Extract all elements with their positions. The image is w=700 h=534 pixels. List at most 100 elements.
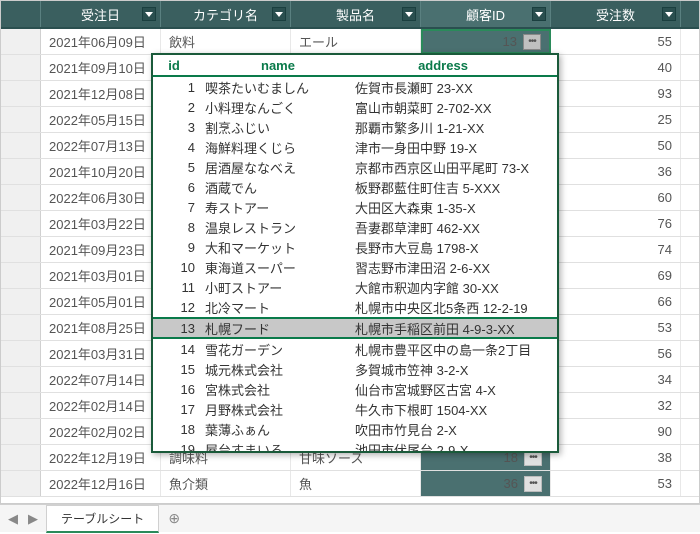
- filter-icon[interactable]: [142, 7, 156, 21]
- dropdown-item[interactable]: 14雪花ガーデン札幌市豊平区中の島一条2丁目: [153, 339, 557, 359]
- cell-qty[interactable]: 76: [551, 211, 681, 236]
- row-header[interactable]: [1, 315, 41, 340]
- dropdown-item[interactable]: 8温泉レストラン吾妻郡草津町 462-XX: [153, 217, 557, 237]
- cell-qty[interactable]: 53: [551, 471, 681, 496]
- cell-date[interactable]: 2022年07月13日: [41, 133, 161, 158]
- corner-cell[interactable]: [1, 1, 41, 27]
- cell-qty[interactable]: 93: [551, 81, 681, 106]
- filter-icon[interactable]: [272, 7, 286, 21]
- filter-icon[interactable]: [402, 7, 416, 21]
- cell-qty[interactable]: 38: [551, 445, 681, 470]
- cell-date[interactable]: 2022年12月16日: [41, 471, 161, 496]
- col-header-category[interactable]: カテゴリ名: [161, 1, 291, 27]
- cell-date[interactable]: 2021年06月09日: [41, 29, 161, 54]
- row-header[interactable]: [1, 211, 41, 236]
- row-header[interactable]: [1, 289, 41, 314]
- cell-product[interactable]: エール: [291, 29, 421, 54]
- cell-qty[interactable]: 55: [551, 29, 681, 54]
- lookup-button[interactable]: •••: [523, 34, 541, 50]
- cell-qty[interactable]: 36: [551, 159, 681, 184]
- dropdown-item[interactable]: 1喫茶たいむましん佐賀市長瀬町 23-XX: [153, 77, 557, 97]
- dropdown-item[interactable]: 11小町ストアー大館市釈迦内字館 30-XX: [153, 277, 557, 297]
- dropdown-item[interactable]: 13札幌フード札幌市手稲区前田 4-9-3-XX: [153, 317, 557, 339]
- cell-date[interactable]: 2021年05月01日: [41, 289, 161, 314]
- cell-date[interactable]: 2022年07月14日: [41, 367, 161, 392]
- row-header[interactable]: [1, 341, 41, 366]
- cell-qty[interactable]: 53: [551, 315, 681, 340]
- cell-date[interactable]: 2021年12月08日: [41, 81, 161, 106]
- row-header[interactable]: [1, 29, 41, 54]
- cell-qty[interactable]: 32: [551, 393, 681, 418]
- tab-nav-right-icon[interactable]: ▶: [26, 512, 40, 526]
- cell-qty[interactable]: 90: [551, 419, 681, 444]
- add-sheet-icon[interactable]: ⊕: [165, 510, 183, 528]
- dropdown-item[interactable]: 18葉薄ふぁん吹田市竹見台 2-X: [153, 419, 557, 439]
- customer-lookup-dropdown: id name address 1喫茶たいむましん佐賀市長瀬町 23-XX2小料…: [151, 53, 559, 453]
- dropdown-item[interactable]: 17月野株式会社牛久市下根町 1504-XX: [153, 399, 557, 419]
- dropdown-list[interactable]: 1喫茶たいむましん佐賀市長瀬町 23-XX2小料理なんごく富山市朝菜町 2-70…: [153, 77, 557, 451]
- cell-customer[interactable]: 13•••: [421, 29, 551, 54]
- cell-qty[interactable]: 56: [551, 341, 681, 366]
- cell-date[interactable]: 2021年10月20日: [41, 159, 161, 184]
- dropdown-item[interactable]: 16宮株式会社仙台市宮城野区古宮 4-X: [153, 379, 557, 399]
- row-header[interactable]: [1, 185, 41, 210]
- row-header[interactable]: [1, 55, 41, 80]
- cell-qty[interactable]: 50: [551, 133, 681, 158]
- row-header[interactable]: [1, 263, 41, 288]
- cell-date[interactable]: 2022年05月15日: [41, 107, 161, 132]
- cell-date[interactable]: 2021年03月22日: [41, 211, 161, 236]
- row-header[interactable]: [1, 133, 41, 158]
- tab-nav-left-icon[interactable]: ◀: [6, 512, 20, 526]
- row-header[interactable]: [1, 237, 41, 262]
- cell-qty[interactable]: 69: [551, 263, 681, 288]
- cell-qty[interactable]: 25: [551, 107, 681, 132]
- col-header-product[interactable]: 製品名: [291, 1, 421, 27]
- cell-qty[interactable]: 34: [551, 367, 681, 392]
- cell-product[interactable]: 魚: [291, 471, 421, 496]
- row-header[interactable]: [1, 159, 41, 184]
- col-header-customer[interactable]: 顧客ID: [421, 1, 551, 27]
- row-header[interactable]: [1, 81, 41, 106]
- dropdown-item[interactable]: 5居酒屋ななべえ京都市西京区山田平尾町 73-X: [153, 157, 557, 177]
- cell-qty[interactable]: 74: [551, 237, 681, 262]
- col-header-qty[interactable]: 受注数: [551, 1, 681, 27]
- row-header[interactable]: [1, 393, 41, 418]
- dropdown-item[interactable]: 4海鮮料理くじら津市一身田中野 19-X: [153, 137, 557, 157]
- row-header[interactable]: [1, 107, 41, 132]
- dropdown-item[interactable]: 12北冷マート札幌市中央区北5条西 12-2-19: [153, 297, 557, 317]
- dropdown-item[interactable]: 9大和マーケット長野市大豆島 1798-X: [153, 237, 557, 257]
- cell-date[interactable]: 2021年03月01日: [41, 263, 161, 288]
- row-header[interactable]: [1, 445, 41, 470]
- cell-qty[interactable]: 40: [551, 55, 681, 80]
- dropdown-item[interactable]: 3割烹ふじい那覇市繁多川 1-21-XX: [153, 117, 557, 137]
- cell-date[interactable]: 2022年12月19日: [41, 445, 161, 470]
- col-header-date[interactable]: 受注日: [41, 1, 161, 27]
- dropdown-item[interactable]: 15城元株式会社多賀城市笠神 3-2-X: [153, 359, 557, 379]
- dropdown-item[interactable]: 2小料理なんごく富山市朝菜町 2-702-XX: [153, 97, 557, 117]
- dd-item-name: 月野株式会社: [201, 400, 351, 419]
- dropdown-item[interactable]: 10東海道スーパー習志野市津田沼 2-6-XX: [153, 257, 557, 277]
- cell-date[interactable]: 2021年09月10日: [41, 55, 161, 80]
- cell-date[interactable]: 2021年08月25日: [41, 315, 161, 340]
- cell-qty[interactable]: 66: [551, 289, 681, 314]
- cell-category[interactable]: 魚介類: [161, 471, 291, 496]
- cell-qty[interactable]: 60: [551, 185, 681, 210]
- dropdown-item[interactable]: 19屋台すまいる池田市伏尾台 2-9-X: [153, 439, 557, 451]
- cell-category[interactable]: 飲料: [161, 29, 291, 54]
- dd-item-id: 3: [153, 120, 201, 135]
- cell-date[interactable]: 2022年02月02日: [41, 419, 161, 444]
- cell-date[interactable]: 2021年03月31日: [41, 341, 161, 366]
- cell-date[interactable]: 2022年02月14日: [41, 393, 161, 418]
- row-header[interactable]: [1, 419, 41, 444]
- cell-date[interactable]: 2021年09月23日: [41, 237, 161, 262]
- filter-icon[interactable]: [662, 7, 676, 21]
- filter-icon[interactable]: [532, 7, 546, 21]
- cell-date[interactable]: 2022年06月30日: [41, 185, 161, 210]
- row-header[interactable]: [1, 471, 41, 496]
- lookup-button[interactable]: •••: [524, 476, 542, 492]
- dropdown-item[interactable]: 7寿ストアー大田区大森東 1-35-X: [153, 197, 557, 217]
- cell-customer[interactable]: 36•••: [421, 471, 551, 496]
- row-header[interactable]: [1, 367, 41, 392]
- sheet-tab[interactable]: テーブルシート: [46, 505, 159, 533]
- dropdown-item[interactable]: 6酒蔵でん板野郡藍住町住吉 5-XXX: [153, 177, 557, 197]
